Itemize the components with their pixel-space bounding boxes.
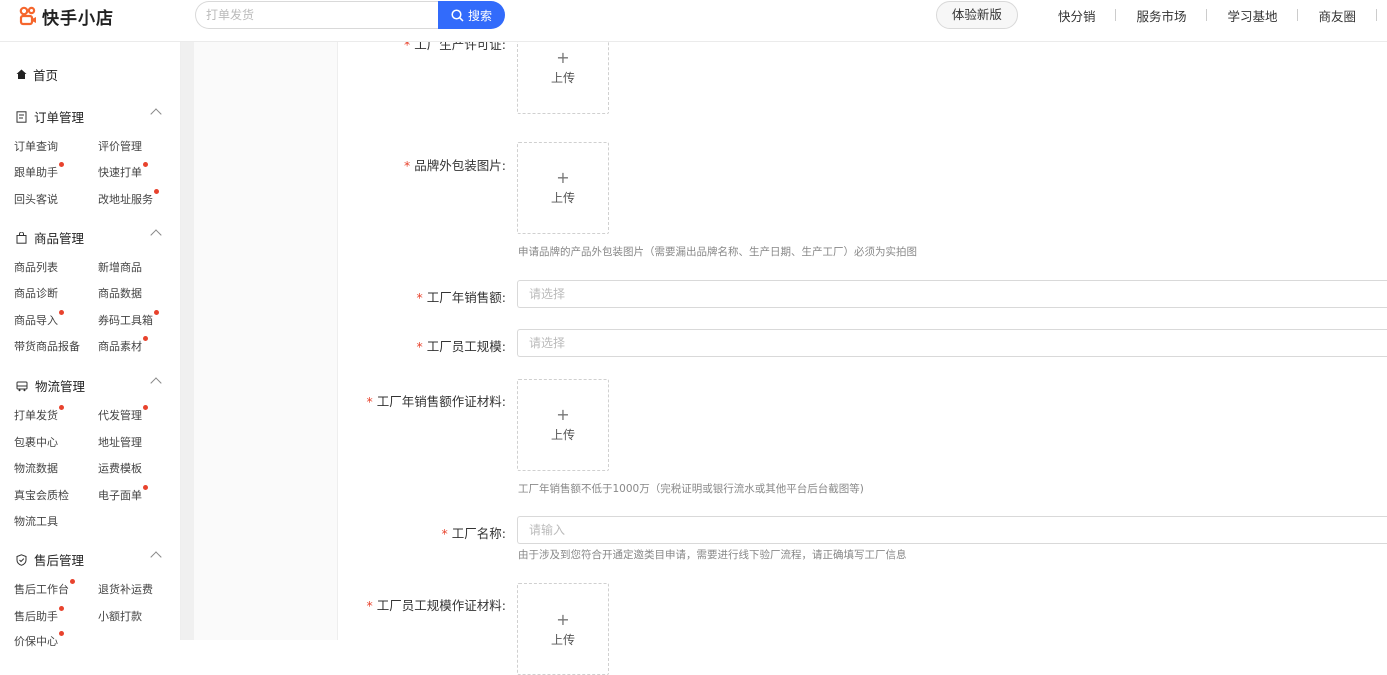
search-button[interactable]: 搜索 <box>438 1 505 29</box>
search-icon <box>451 8 464 22</box>
sidebar-group-orders[interactable]: 订单管理 <box>16 107 166 126</box>
form-panel <box>337 42 1387 640</box>
sidebar-item-product-diagnosis[interactable]: 商品诊断 <box>14 285 58 301</box>
search-input[interactable]: 打单发货 <box>195 1 440 29</box>
chevron-up-icon[interactable] <box>150 229 162 241</box>
search-button-label: 搜索 <box>467 8 492 23</box>
group-title-label: 订单管理 <box>34 110 85 125</box>
sidebar-item-aftersale-desk[interactable]: 售后工作台 <box>14 579 75 597</box>
sidebar-item-address-mgmt[interactable]: 地址管理 <box>98 434 142 450</box>
sidebar-item-coupon-toolbox[interactable]: 券码工具箱 <box>98 310 159 328</box>
order-icon <box>16 110 27 123</box>
sidebar-item-return-freight[interactable]: 退货补运费 <box>98 581 153 597</box>
sidebar: 首页 订单管理 订单查询 评价管理 跟单助手 快速打单 回头客说 改地址服务 商… <box>0 42 181 648</box>
sidebar-item-logistics-tools[interactable]: 物流工具 <box>14 513 58 529</box>
sidebar-item-print-ship[interactable]: 打单发货 <box>14 405 64 423</box>
logo-text: 快手小店 <box>42 8 114 29</box>
nav-merchant-circle[interactable]: 商友圈 <box>1298 6 1376 25</box>
sidebar-item-product-material[interactable]: 商品素材 <box>98 336 148 354</box>
chevron-up-icon[interactable] <box>150 108 162 120</box>
sidebar-item-product-list[interactable]: 商品列表 <box>14 259 58 275</box>
main-content <box>194 42 1387 640</box>
sidebar-scrollbar[interactable] <box>181 42 194 640</box>
logo[interactable]: 快手小店 <box>18 5 114 29</box>
bag-icon <box>16 231 27 244</box>
group-title-label: 售后管理 <box>34 553 85 568</box>
try-new-version-button[interactable]: 体验新版 <box>935 1 1018 29</box>
truck-icon <box>16 381 28 391</box>
chevron-up-icon[interactable] <box>150 551 162 563</box>
nav-kuaifenxiao[interactable]: 快分销 <box>1038 6 1116 25</box>
sidebar-item-price-protect[interactable]: 价保中心 <box>14 631 64 649</box>
sidebar-item-product-report[interactable]: 带货商品报备 <box>14 338 80 354</box>
top-nav: 体验新版 快分销 服务市场 学习基地 商友圈 <box>935 1 1387 29</box>
nav-service-market[interactable]: 服务市场 <box>1116 6 1206 25</box>
sidebar-item-home[interactable]: 首页 <box>16 65 58 84</box>
sidebar-group-logistics[interactable]: 物流管理 <box>16 376 166 395</box>
shield-icon <box>16 553 27 566</box>
sidebar-item-aftersale-assistant[interactable]: 售后助手 <box>14 606 64 624</box>
sidebar-item-product-data[interactable]: 商品数据 <box>98 285 142 301</box>
nav-learning-base[interactable]: 学习基地 <box>1207 6 1297 25</box>
sidebar-item-logistics-data[interactable]: 物流数据 <box>14 460 58 476</box>
sidebar-item-quick-print[interactable]: 快速打单 <box>98 162 148 180</box>
nav-divider <box>1376 9 1377 21</box>
sidebar-group-products[interactable]: 商品管理 <box>16 228 166 247</box>
group-title-label: 商品管理 <box>34 231 85 246</box>
sidebar-item-follow-assistant[interactable]: 跟单助手 <box>14 162 64 180</box>
sidebar-item-quality-check[interactable]: 真宝会质检 <box>14 487 69 503</box>
top-header: 快手小店 打单发货 搜索 体验新版 快分销 服务市场 学习基地 商友圈 <box>0 0 1387 42</box>
sidebar-item-e-waybill[interactable]: 电子面单 <box>98 485 148 503</box>
sidebar-item-dropship[interactable]: 代发管理 <box>98 405 148 423</box>
sidebar-group-aftersales[interactable]: 售后管理 <box>16 550 166 569</box>
sidebar-item-freight-template[interactable]: 运费模板 <box>98 460 142 476</box>
kuaishou-logo-icon <box>19 6 36 26</box>
sidebar-item-package-center[interactable]: 包裹中心 <box>14 434 58 450</box>
sidebar-item-label: 首页 <box>33 68 59 83</box>
sidebar-item-product-import[interactable]: 商品导入 <box>14 310 64 328</box>
sidebar-item-review-mgmt[interactable]: 评价管理 <box>98 138 142 154</box>
sidebar-item-repeat-customer[interactable]: 回头客说 <box>14 191 58 207</box>
sidebar-item-order-query[interactable]: 订单查询 <box>14 138 58 154</box>
sidebar-item-address-change[interactable]: 改地址服务 <box>98 189 159 207</box>
group-title-label: 物流管理 <box>35 379 86 394</box>
sidebar-item-add-product[interactable]: 新增商品 <box>98 259 142 275</box>
chevron-up-icon[interactable] <box>150 377 162 389</box>
sidebar-item-small-payment[interactable]: 小额打款 <box>98 608 142 624</box>
home-icon <box>16 69 27 79</box>
